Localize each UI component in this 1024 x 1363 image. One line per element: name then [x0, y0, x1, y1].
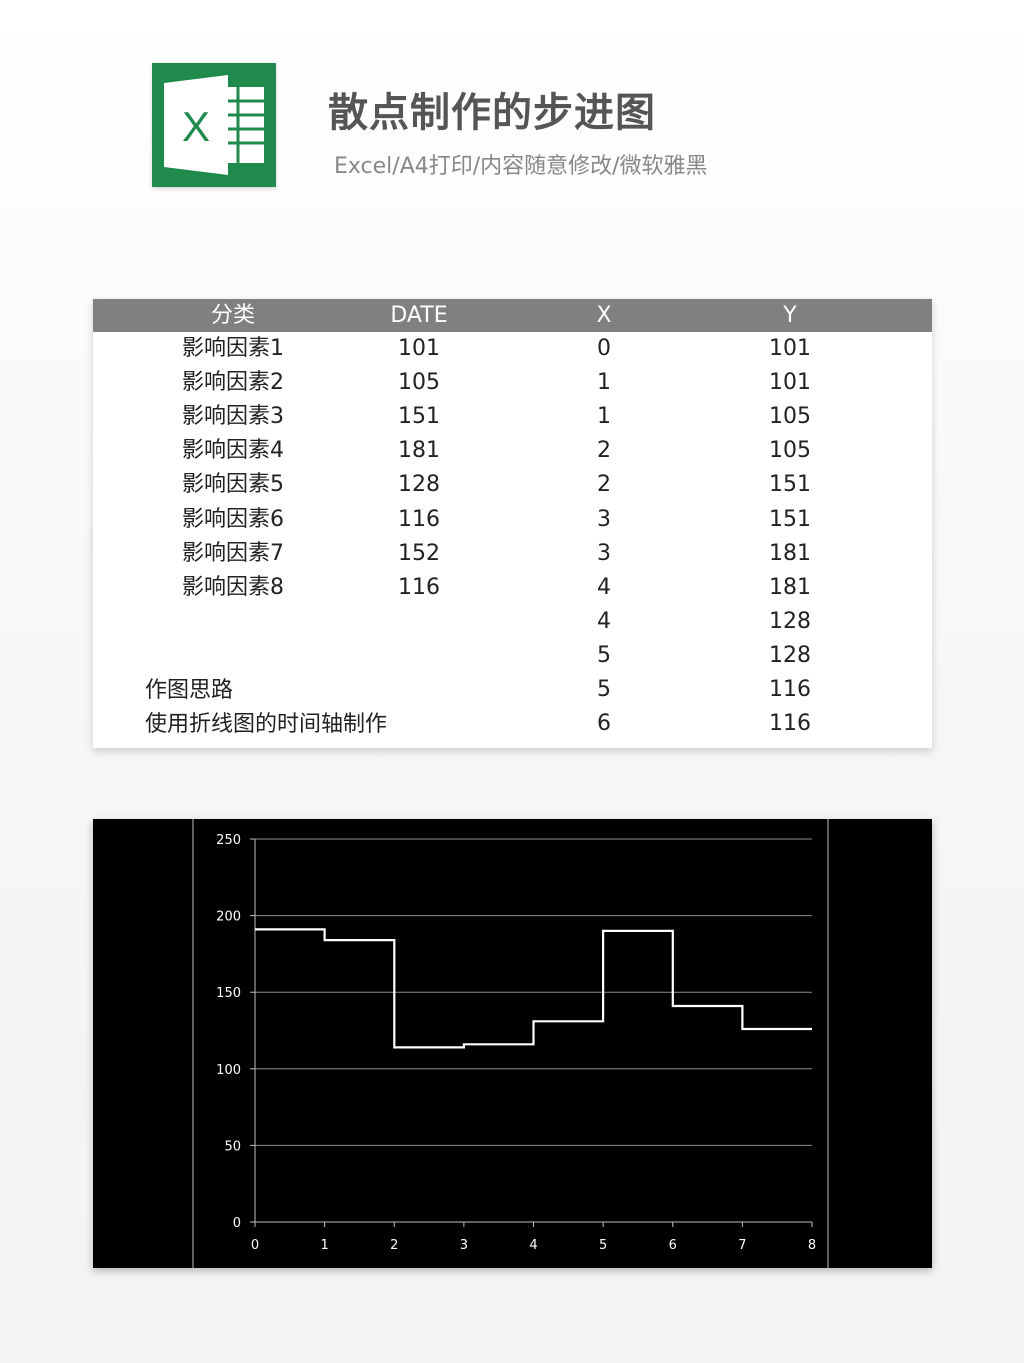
- page-subtitle: Excel/A4打印/内容随意修改/微软雅黑: [334, 154, 708, 179]
- category-cell: 影响因素8: [182, 574, 284, 600]
- data-table: 分类 DATE X Y 影响因素1 影响因素2 影响因素3 影响因素4 影响因素5 影响因…: [93, 299, 932, 748]
- y-cell: 101: [769, 370, 811, 396]
- x-cell: 2: [597, 472, 611, 498]
- date-cell: 101: [398, 336, 440, 361]
- y-cell: 105: [769, 404, 811, 430]
- category-cell: 影响因素1: [182, 336, 284, 361]
- x-tick-label: 8: [808, 1238, 816, 1253]
- x-cell: 0: [597, 336, 611, 361]
- x-cell: 6: [597, 711, 611, 737]
- column-header-y: Y: [783, 303, 797, 328]
- note-text: 使用折线图的时间轴制作: [145, 712, 388, 737]
- x-cell: 1: [597, 404, 611, 430]
- y-tick-label: 50: [224, 1139, 241, 1154]
- x-tick-label: 6: [669, 1238, 677, 1253]
- y-cell: 116: [769, 677, 811, 702]
- x-cell: 4: [597, 608, 611, 634]
- x-cell: 3: [597, 540, 611, 566]
- date-cell: 181: [398, 438, 440, 464]
- x-cell: 5: [597, 677, 611, 702]
- step-chart: 0 50 100 150 200 250 0 1 2 3 4 5 6 7 8: [93, 819, 932, 1268]
- column-header-date: DATE: [390, 303, 448, 328]
- x-tick-label: 2: [390, 1238, 398, 1253]
- note-heading: 作图思路: [145, 678, 234, 703]
- logo-letter: X: [182, 103, 210, 150]
- y-tick-label: 250: [216, 833, 241, 848]
- y-cell: 181: [769, 540, 811, 566]
- excel-logo-icon: X: [152, 63, 276, 187]
- x-cell: 4: [597, 574, 611, 600]
- logo-sheet-grid: [222, 87, 264, 163]
- x-cell: 3: [597, 506, 611, 532]
- x-tick-label: 7: [738, 1238, 746, 1253]
- x-tick-label: 1: [320, 1238, 328, 1253]
- y-tick-label: 200: [216, 910, 241, 925]
- date-cell: 151: [398, 404, 440, 430]
- x-cell: 2: [597, 438, 611, 464]
- page-title: 散点制作的步进图: [328, 90, 656, 136]
- category-cell: 影响因素4: [182, 438, 284, 464]
- y-cell: 151: [769, 506, 811, 532]
- category-cell: 影响因素7: [182, 540, 284, 566]
- y-tick-label: 0: [233, 1216, 241, 1231]
- y-cell: 128: [769, 608, 811, 634]
- date-cell: 116: [398, 574, 440, 600]
- chart-svg: 0 50 100 150 200 250 0 1 2 3 4 5 6 7 8: [192, 819, 829, 1268]
- y-cell: 151: [769, 472, 811, 498]
- date-cell: 105: [398, 370, 440, 396]
- date-cell: 128: [398, 472, 440, 498]
- category-cell: 影响因素2: [182, 370, 284, 396]
- y-tick-label: 100: [216, 1063, 241, 1078]
- y-cell: 116: [769, 711, 811, 737]
- category-cell: 影响因素5: [182, 472, 284, 498]
- y-tick-label: 150: [216, 986, 241, 1001]
- x-tick-label: 0: [251, 1238, 259, 1253]
- step-series-line: [255, 928, 812, 1049]
- x-tick-label: 5: [599, 1238, 607, 1253]
- y-cell: 105: [769, 438, 811, 464]
- y-cell: 128: [769, 642, 811, 668]
- x-tick-label: 4: [529, 1238, 537, 1253]
- column-header-x: X: [596, 303, 612, 328]
- category-cell: 影响因素3: [182, 404, 284, 430]
- x-cell: 5: [597, 642, 611, 668]
- y-cell: 181: [769, 574, 811, 600]
- column-header-category: 分类: [210, 303, 256, 328]
- x-cell: 1: [597, 370, 611, 396]
- category-cell: 影响因素6: [182, 506, 284, 532]
- y-cell: 101: [769, 336, 811, 361]
- table-header-row: 分类 DATE X Y: [93, 299, 932, 332]
- date-cell: 116: [398, 506, 440, 532]
- x-tick-label: 3: [460, 1238, 468, 1253]
- date-cell: 152: [398, 540, 440, 566]
